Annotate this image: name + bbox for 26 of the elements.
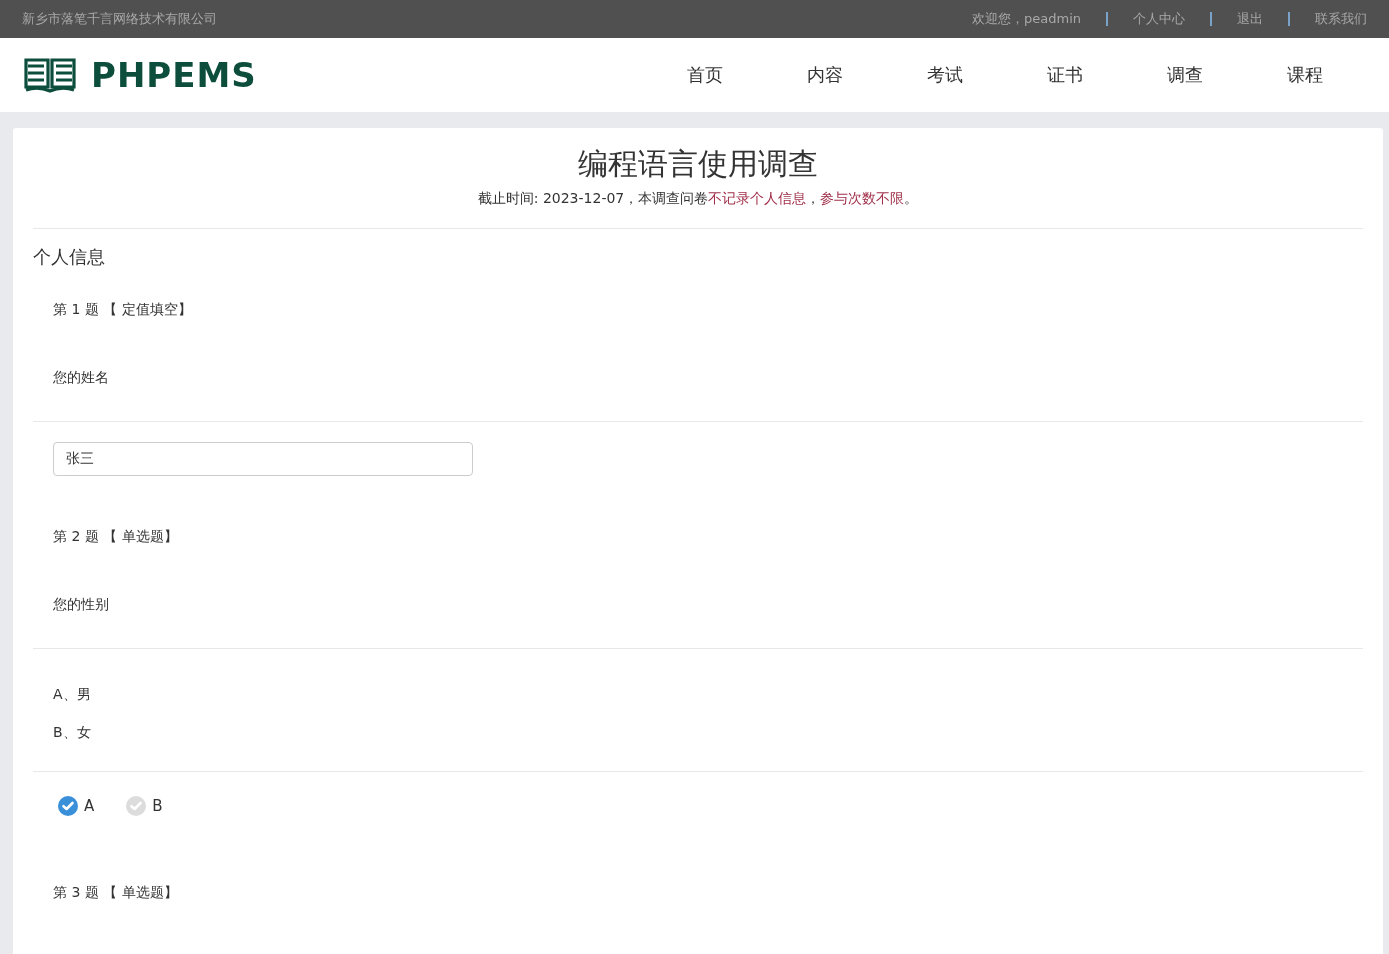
top-link[interactable]: 欢迎您，peadmin (947, 10, 1106, 28)
section-title: 个人信息 (33, 245, 106, 269)
top-link[interactable]: 退出 (1212, 10, 1288, 28)
survey-notice: 截止时间: 2023-12-07，本调查问卷不记录个人信息，参与次数不限。 (476, 190, 920, 208)
top-link[interactable]: 联系我们 (1290, 10, 1367, 28)
nav-link[interactable]: 课程 (1245, 63, 1365, 87)
nav-link[interactable]: 证书 (1005, 63, 1125, 87)
option-text: B、女 (53, 723, 92, 742)
nav-link[interactable]: 首页 (645, 63, 765, 87)
nav-link[interactable]: 内容 (765, 63, 885, 87)
book-logo-icon (24, 57, 76, 93)
logo-text: PHPEMS (91, 55, 257, 95)
question-text: 您的性别 (52, 596, 110, 614)
nav-link[interactable]: 调查 (1125, 63, 1245, 87)
answer-field[interactable]: 张三 (53, 442, 473, 476)
question-header: 第 3 题 【 单选题】 (52, 883, 179, 902)
radio-option[interactable]: B (126, 796, 163, 816)
company-name: 新乡市落笔千言网络技术有限公司 (22, 10, 217, 28)
survey-title: 编程语言使用调查 (577, 145, 819, 183)
question-header: 第 1 题 【 定值填空】 (52, 300, 193, 319)
nav-link[interactable]: 考试 (885, 63, 1005, 87)
top-link[interactable]: 个人中心 (1108, 10, 1210, 28)
radio-option[interactable]: A (58, 796, 95, 816)
question-header: 第 2 题 【 单选题】 (52, 527, 179, 546)
question-text: 您的姓名 (52, 369, 110, 387)
option-text: A、男 (53, 685, 92, 704)
